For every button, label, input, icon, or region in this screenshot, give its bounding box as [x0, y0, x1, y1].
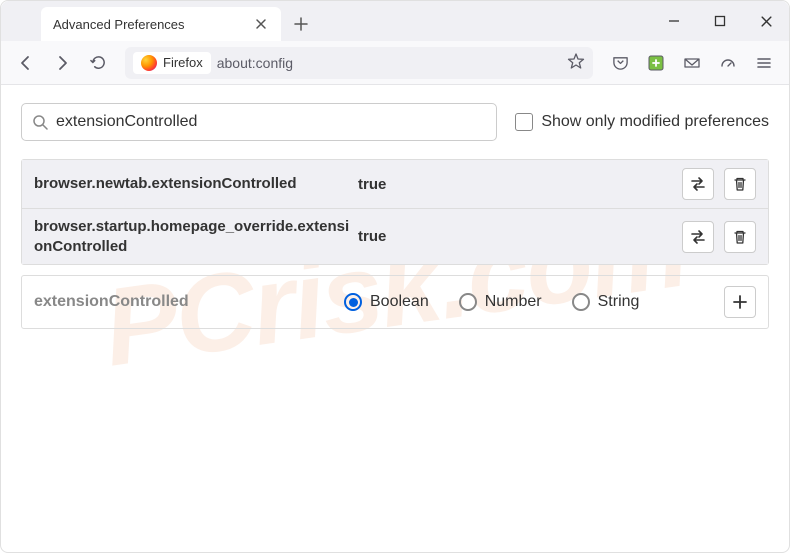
type-number-radio[interactable]: Number [459, 293, 542, 311]
radio-icon [572, 293, 590, 311]
radio-selected-icon [344, 293, 362, 311]
delete-button[interactable] [724, 221, 756, 253]
url-text: about:config [217, 55, 561, 71]
toggle-button[interactable] [682, 168, 714, 200]
tab-title: Advanced Preferences [53, 17, 185, 32]
mail-icon[interactable] [677, 48, 707, 78]
toggle-icon [689, 228, 707, 246]
firefox-icon [141, 55, 157, 71]
radio-label: String [598, 293, 640, 311]
firefox-badge: Firefox [133, 52, 211, 74]
radio-icon [459, 293, 477, 311]
delete-button[interactable] [724, 168, 756, 200]
dashboard-icon[interactable] [713, 48, 743, 78]
pref-name: browser.startup.homepage_override.extens… [34, 217, 354, 256]
menu-button[interactable] [749, 48, 779, 78]
trash-icon [732, 176, 748, 192]
type-boolean-radio[interactable]: Boolean [344, 293, 429, 311]
radio-label: Number [485, 293, 542, 311]
url-bar[interactable]: Firefox about:config [125, 47, 593, 79]
search-icon [32, 114, 48, 130]
back-button[interactable] [11, 48, 41, 78]
show-modified-label: Show only modified preferences [541, 113, 769, 131]
pref-search-input[interactable] [56, 113, 486, 131]
window-minimize-button[interactable] [651, 1, 697, 41]
pref-name: browser.newtab.extensionControlled [34, 174, 354, 194]
toggle-icon [689, 175, 707, 193]
bookmark-star-icon[interactable] [567, 52, 585, 73]
new-pref-name: extensionControlled [34, 293, 344, 311]
checkbox-icon [515, 113, 533, 131]
forward-button[interactable] [47, 48, 77, 78]
badge-label: Firefox [163, 55, 203, 70]
pref-value: true [354, 176, 682, 193]
new-pref-row: extensionControlled Boolean Number Strin… [21, 275, 769, 329]
add-pref-button[interactable] [724, 286, 756, 318]
reload-button[interactable] [83, 48, 113, 78]
type-string-radio[interactable]: String [572, 293, 640, 311]
pocket-icon[interactable] [605, 48, 635, 78]
window-close-button[interactable] [743, 1, 789, 41]
window-maximize-button[interactable] [697, 1, 743, 41]
toggle-button[interactable] [682, 221, 714, 253]
plus-icon [732, 294, 748, 310]
pref-search-box[interactable] [21, 103, 497, 141]
pref-row[interactable]: browser.startup.homepage_override.extens… [22, 209, 768, 264]
new-tab-button[interactable] [287, 10, 315, 38]
extension-icon[interactable] [641, 48, 671, 78]
pref-row[interactable]: browser.newtab.extensionControlled true [22, 160, 768, 209]
radio-label: Boolean [370, 293, 429, 311]
browser-toolbar: Firefox about:config [1, 41, 789, 85]
pref-value: true [354, 228, 682, 245]
trash-icon [732, 229, 748, 245]
pref-list: browser.newtab.extensionControlled true … [21, 159, 769, 265]
browser-tab[interactable]: Advanced Preferences [41, 7, 281, 41]
show-modified-checkbox[interactable]: Show only modified preferences [515, 113, 769, 131]
close-tab-icon[interactable] [253, 16, 269, 32]
